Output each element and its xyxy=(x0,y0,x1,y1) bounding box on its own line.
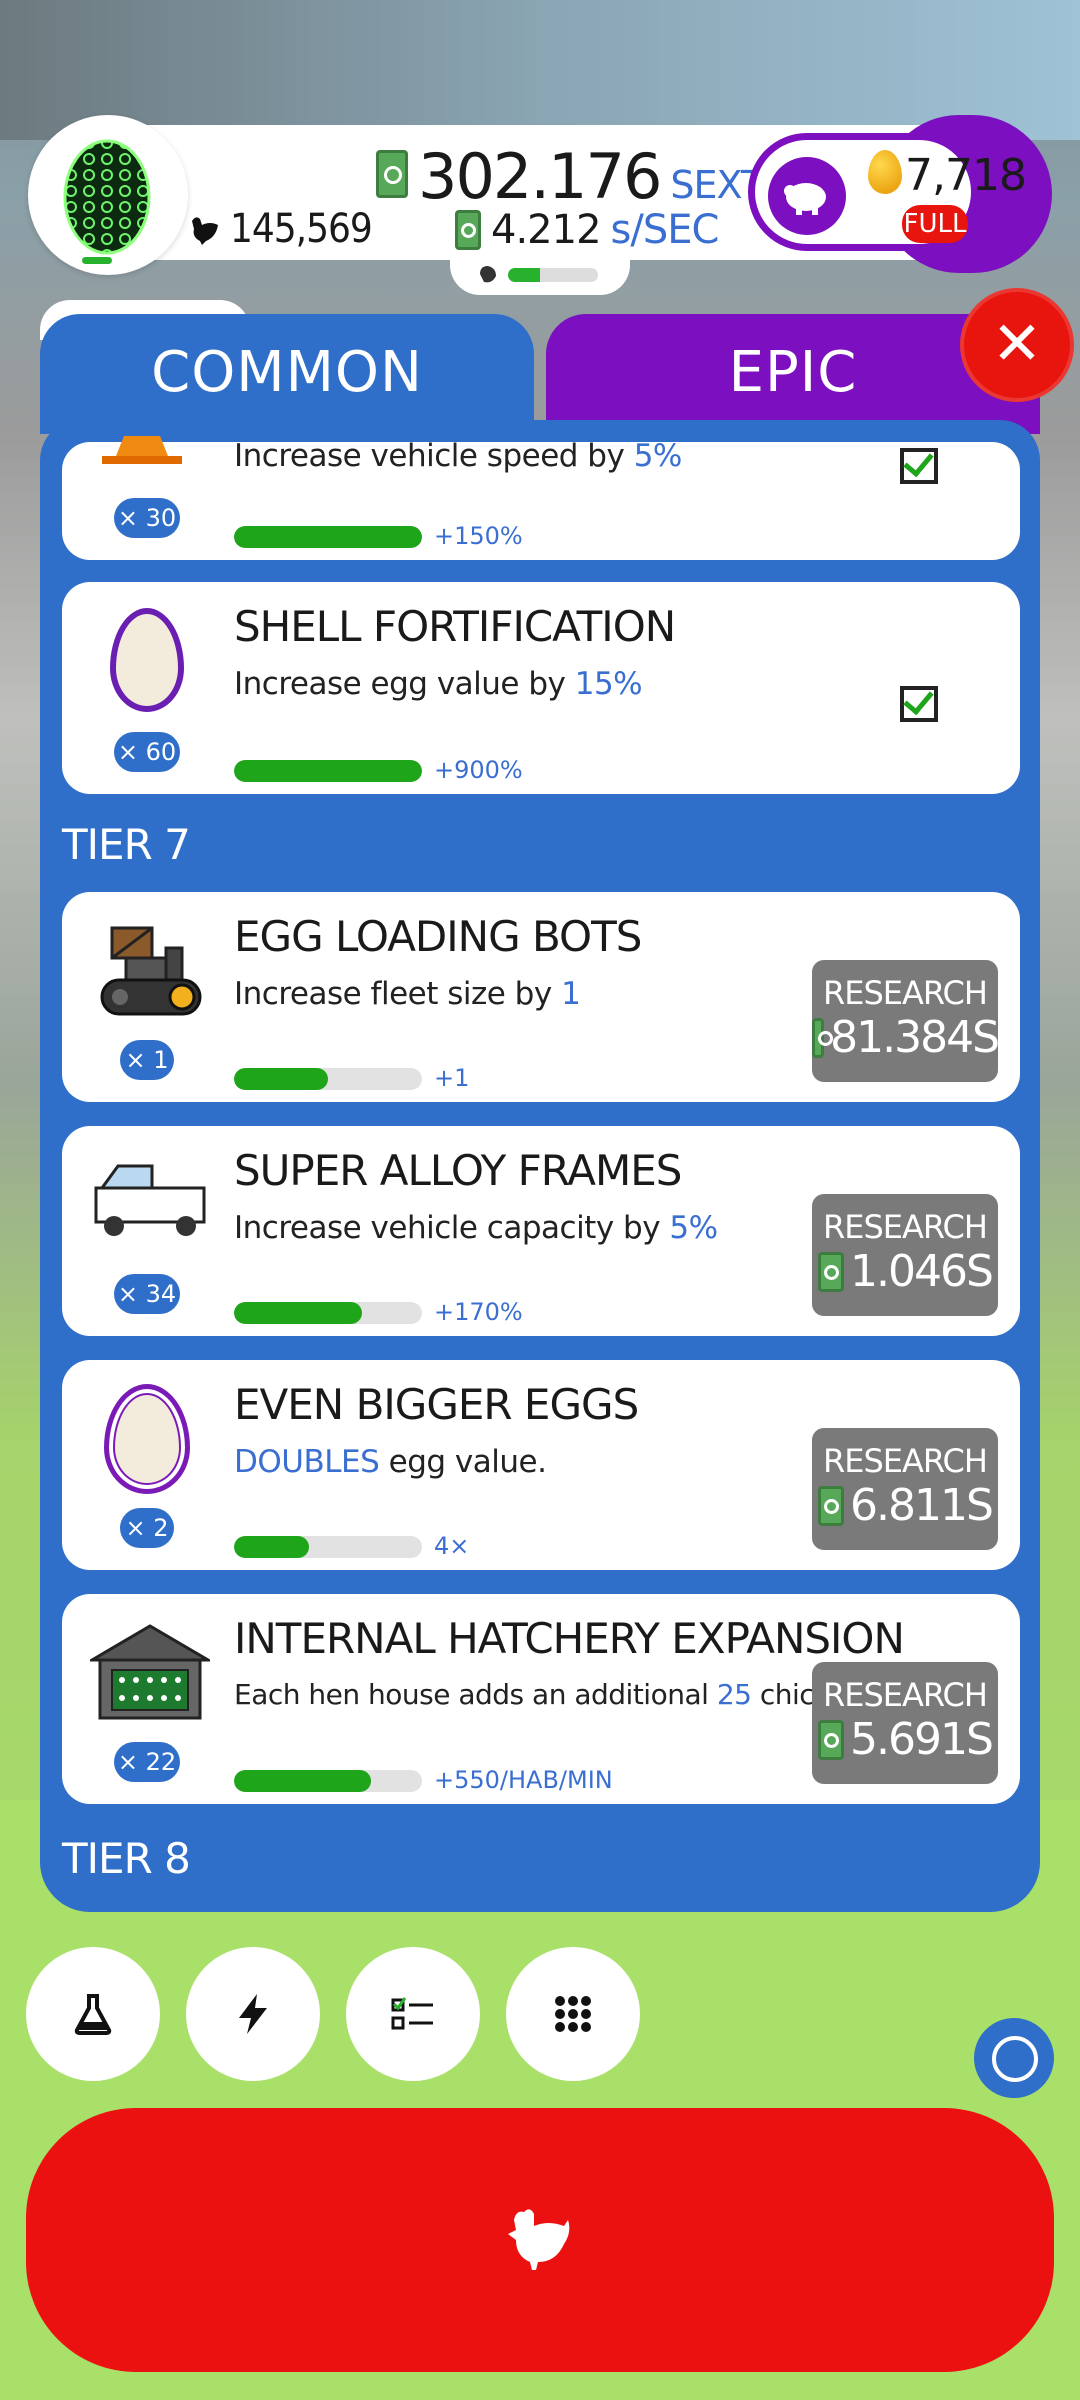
research-card-super-alloy-frames: SUPER ALLOY FRAMES Increase vehicle capa… xyxy=(62,1126,1020,1336)
research-card-vehicle-speed: Increase vehicle speed by 5% × 30 +150% xyxy=(62,436,1020,560)
research-button[interactable]: RESEARCH 1.046S xyxy=(812,1194,998,1316)
chicken-count-value: 145,569 xyxy=(230,206,373,252)
research-card-egg-loading-bots: EGG LOADING BOTS Increase fleet size by … xyxy=(62,892,1020,1102)
card-title: INTERNAL HATCHERY EXPANSION xyxy=(234,1614,905,1663)
chicken-icon xyxy=(192,217,218,245)
research-button-label: RESEARCH xyxy=(823,1676,988,1714)
level-badge: × 1 xyxy=(120,1040,174,1080)
boost-nav-button[interactable] xyxy=(186,1947,320,2081)
lightning-icon xyxy=(239,1994,267,2034)
research-price: 1.046S xyxy=(850,1246,994,1297)
level-badge: × 22 xyxy=(114,1742,180,1782)
completed-check-icon xyxy=(900,448,938,484)
bonus-text: +550/HAB/MIN xyxy=(434,1766,613,1794)
research-button[interactable]: RESEARCH 6.811S xyxy=(812,1428,998,1550)
research-card-internal-hatchery-expansion: INTERNAL HATCHERY EXPANSION Each hen hou… xyxy=(62,1594,1020,1804)
traffic-cone-icon xyxy=(102,436,182,464)
truck-icon xyxy=(94,1164,206,1236)
progress-bar xyxy=(234,526,422,548)
checklist-icon xyxy=(391,1997,433,2030)
card-description: Increase vehicle capacity by 5% xyxy=(234,1210,718,1246)
piggy-full-badge: FULL xyxy=(902,205,968,243)
research-button-label: RESEARCH xyxy=(823,1442,988,1480)
progress-bar xyxy=(234,1536,422,1558)
system-circle-button[interactable] xyxy=(974,2018,1054,2098)
hatch-chicken-button[interactable] xyxy=(26,2108,1054,2372)
level-badge: × 34 xyxy=(114,1274,180,1314)
bonus-text: +900% xyxy=(434,756,523,784)
missions-nav-button[interactable] xyxy=(346,1947,480,2081)
progress-bar xyxy=(234,1302,422,1324)
research-button[interactable]: RESEARCH 5.691S xyxy=(812,1662,998,1784)
egg-type-button[interactable] xyxy=(28,115,188,275)
level-badge: × 2 xyxy=(120,1508,174,1548)
drone-progress-pill xyxy=(450,250,630,295)
drone-chicken-icon xyxy=(480,266,496,283)
research-price: 6.811S xyxy=(850,1480,994,1531)
research-button-label: RESEARCH xyxy=(823,974,988,1012)
bonus-text: +1 xyxy=(434,1064,470,1092)
rate-unit: s/SEC xyxy=(610,207,720,253)
cash-icon xyxy=(818,1251,845,1292)
progress-bar xyxy=(234,1068,422,1090)
research-price: 5.691S xyxy=(850,1714,994,1765)
loading-bot-icon xyxy=(100,926,202,1016)
egg-icon xyxy=(110,608,184,712)
cash-icon xyxy=(812,1017,834,1058)
research-button-label: RESEARCH xyxy=(823,1208,988,1246)
piggy-icon xyxy=(768,157,846,235)
card-description: DOUBLES egg value. xyxy=(234,1444,547,1480)
level-badge: × 60 xyxy=(114,732,180,772)
card-title: EGG LOADING BOTS xyxy=(234,912,642,961)
level-badge: × 30 xyxy=(114,498,180,538)
grid-icon xyxy=(555,1996,591,2032)
cash-icon xyxy=(818,1719,845,1760)
bonus-text: +170% xyxy=(434,1298,523,1326)
chicken-count: 145,569 xyxy=(186,206,373,252)
research-price: 81.384S xyxy=(830,1012,1000,1063)
hen-house-icon xyxy=(90,1624,210,1720)
money-amount: 302.176 xyxy=(418,140,662,213)
golden-egg-icon xyxy=(868,150,902,194)
card-title: SHELL FORTIFICATION xyxy=(234,602,676,651)
close-button[interactable]: ✕ xyxy=(960,288,1074,402)
research-card-shell-fortification: SHELL FORTIFICATION Increase egg value b… xyxy=(62,582,1020,794)
research-nav-button[interactable] xyxy=(26,1947,160,2081)
card-description: Increase vehicle speed by 5% xyxy=(234,438,682,474)
research-button[interactable]: RESEARCH 81.384S xyxy=(812,960,1000,1082)
cash-icon xyxy=(455,210,481,250)
progress-bar xyxy=(234,1770,422,1792)
earning-rate: 4.212 s/SEC xyxy=(455,207,720,253)
card-description: Increase egg value by 15% xyxy=(234,666,643,702)
bonus-text: +150% xyxy=(434,522,523,550)
bonus-text: 4× xyxy=(434,1532,470,1560)
chicken-icon xyxy=(508,2209,570,2270)
research-card-even-bigger-eggs: EVEN BIGGER EGGS DOUBLES egg value. × 2 … xyxy=(62,1360,1020,1570)
card-title: EVEN BIGGER EGGS xyxy=(234,1380,639,1429)
rate-amount: 4.212 xyxy=(491,207,602,253)
egg-icon xyxy=(63,139,151,255)
completed-check-icon xyxy=(900,686,938,722)
card-title: SUPER ALLOY FRAMES xyxy=(234,1146,682,1195)
cash-icon xyxy=(818,1485,845,1526)
flask-icon xyxy=(74,1994,112,2035)
tier-7-label: TIER 7 xyxy=(62,820,191,869)
menu-nav-button[interactable] xyxy=(506,1947,640,2081)
card-description: Increase fleet size by 1 xyxy=(234,976,581,1012)
drone-progress-bar xyxy=(508,268,598,282)
research-panel: Increase vehicle speed by 5% × 30 +150% … xyxy=(40,420,1040,1912)
tier-8-label: TIER 8 xyxy=(62,1834,191,1883)
progress-bar xyxy=(234,760,422,782)
golden-egg-count: 7,718 xyxy=(905,150,1027,201)
tab-common[interactable]: COMMON xyxy=(40,314,534,434)
egg-icon xyxy=(104,1384,190,1494)
cash-icon xyxy=(376,150,408,198)
